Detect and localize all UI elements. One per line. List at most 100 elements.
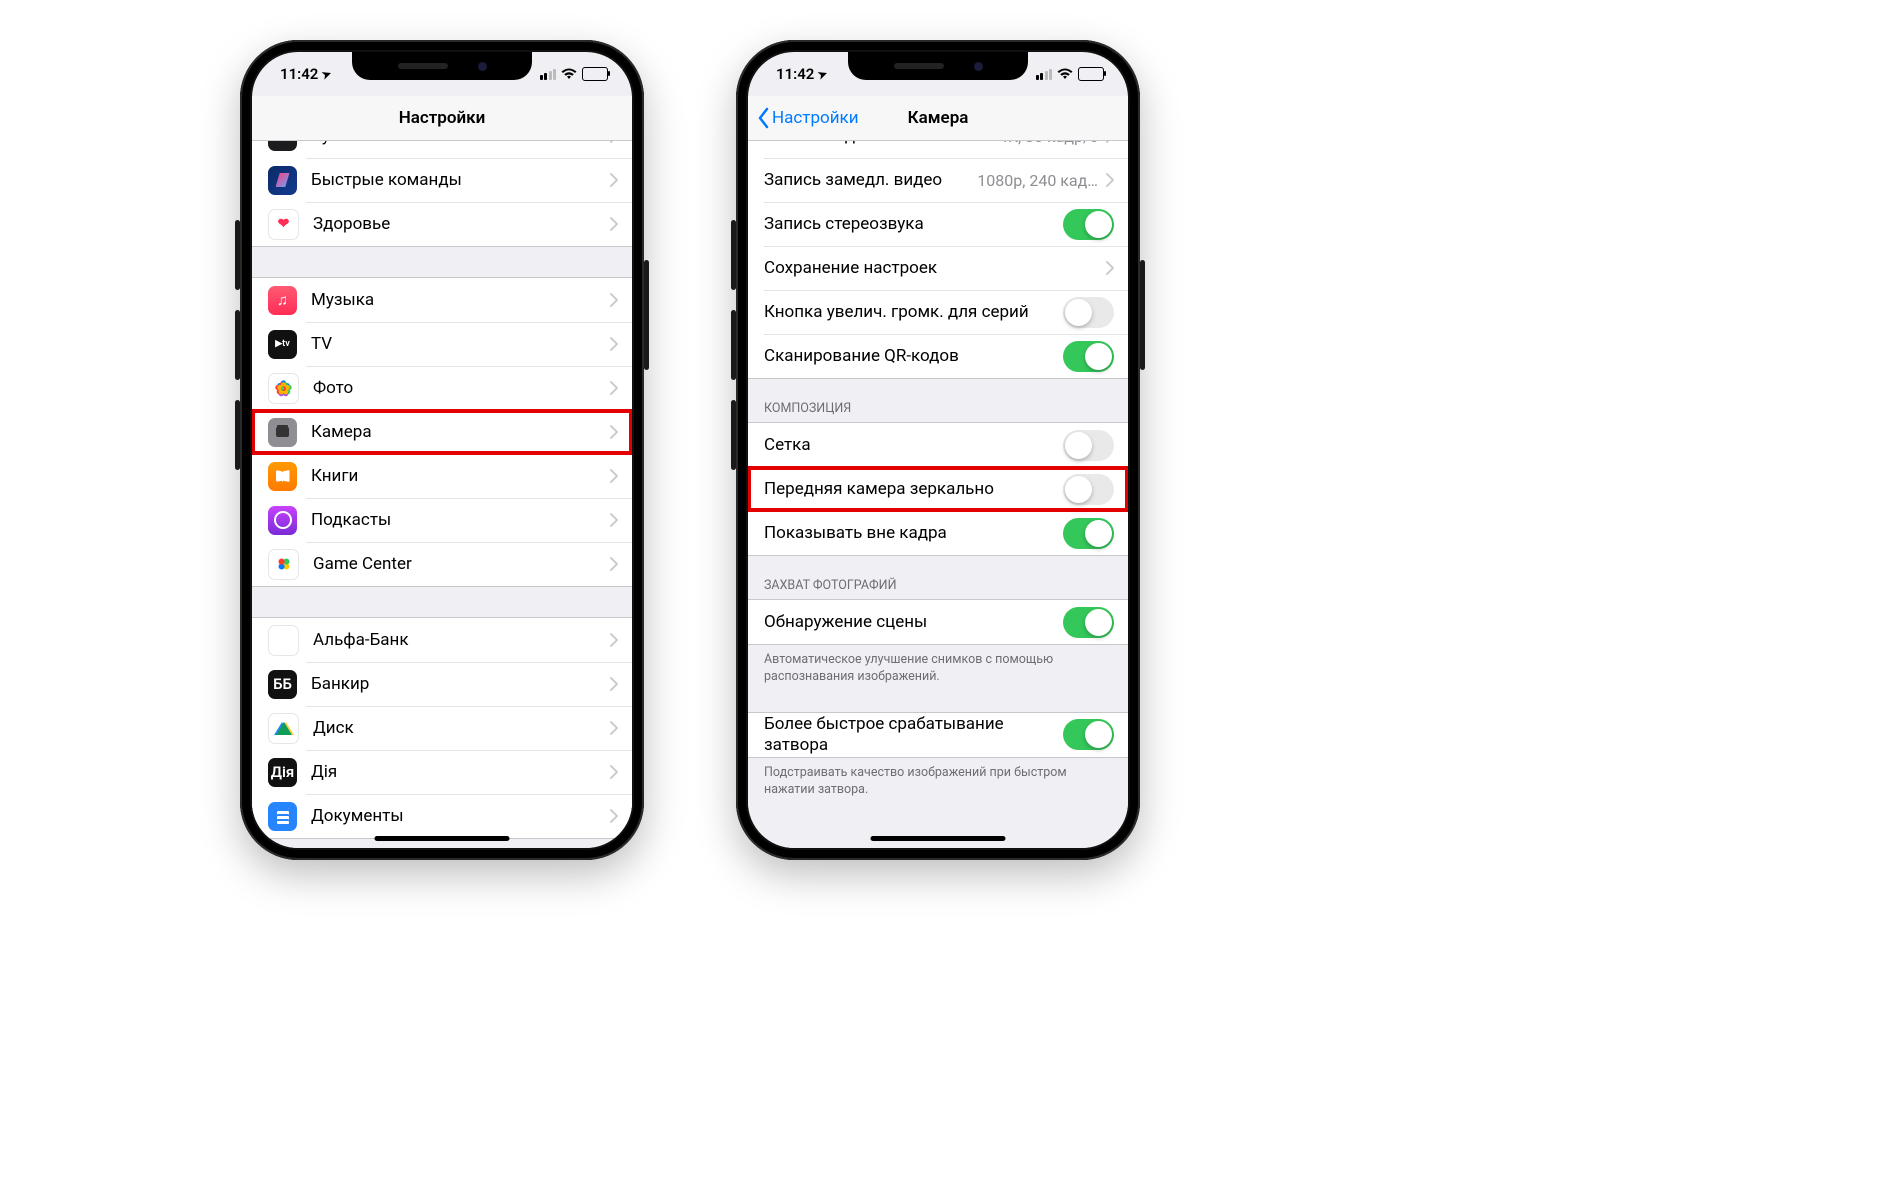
toggle-switch[interactable] (1063, 719, 1114, 750)
diia-icon: Дія (268, 758, 297, 787)
row-label: Дія (311, 762, 602, 782)
settings-row-tv[interactable]: TV (252, 322, 632, 366)
row-burst-vol[interactable]: Кнопка увелич. громк. для серий (748, 290, 1128, 334)
wifi-icon (561, 68, 577, 80)
music-icon (268, 286, 297, 315)
settings-group: AАльфа-БанкБББанкир Диск Дія Дія Документы (252, 617, 632, 839)
row-label: Диск (313, 718, 602, 738)
row-outside-frame[interactable]: Показывать вне кадра (748, 511, 1128, 555)
toggle-switch[interactable] (1063, 430, 1114, 461)
row-label: Показывать вне кадра (764, 523, 1055, 543)
row-qr[interactable]: Сканирование QR-кодов (748, 334, 1128, 378)
chevron-right-icon (1106, 173, 1114, 187)
row-label: Game Center (313, 554, 602, 574)
phone-right-screen: 11:42 ➤ Настройки Камера Запись видео4K,… (748, 52, 1128, 848)
row-label: TV (311, 334, 602, 354)
settings-row-docs[interactable]: Документы (252, 794, 632, 838)
settings-row-bankir[interactable]: БББанкир (252, 662, 632, 706)
row-detail: 1080p, 240 кад… (977, 171, 1098, 190)
navbar-settings: Настройки (252, 96, 632, 141)
section-header: КОМПОЗИЦИЯ (748, 379, 1128, 422)
battery-icon (1078, 67, 1104, 81)
gc-icon (268, 549, 299, 580)
settings-row-ruletka[interactable]: Рулетка (252, 140, 632, 158)
row-label: Запись стереозвука (764, 214, 1055, 234)
row-label: Подкасты (311, 510, 602, 530)
navbar-title: Настройки (399, 108, 486, 128)
settings-row-camera[interactable]: Камера (252, 410, 632, 454)
photos-icon (268, 373, 299, 404)
settings-row-music[interactable]: Музыка (252, 278, 632, 322)
row-mirror-front[interactable]: Передняя камера зеркально (748, 467, 1128, 511)
chevron-right-icon (610, 721, 618, 735)
settings-row-drive[interactable]: Диск (252, 706, 632, 750)
chevron-right-icon (610, 293, 618, 307)
location-icon: ➤ (320, 66, 333, 81)
tv-icon (268, 330, 297, 359)
toggle-switch[interactable] (1063, 607, 1114, 638)
settings-row-gamecenter[interactable]: Game Center (252, 542, 632, 586)
settings-row-health[interactable]: Здоровье (252, 202, 632, 246)
signal-icon (540, 69, 557, 80)
camera-icon (268, 418, 297, 447)
home-indicator[interactable] (375, 836, 510, 841)
row-label: Документы (311, 806, 602, 826)
docs-icon (268, 802, 297, 831)
chevron-right-icon (610, 513, 618, 527)
row-label: Быстрые команды (311, 170, 602, 190)
home-indicator[interactable] (871, 836, 1006, 841)
settings-row-books[interactable]: Книги (252, 454, 632, 498)
shortcuts-icon (268, 166, 297, 195)
row-record-video[interactable]: Запись видео4K, 30 кадр/с (748, 140, 1128, 158)
health-icon (268, 209, 299, 240)
row-label: Сканирование QR-кодов (764, 346, 1055, 366)
toggle-switch[interactable] (1063, 518, 1114, 549)
chevron-right-icon (610, 425, 618, 439)
row-label: Здоровье (313, 214, 602, 234)
row-label: Камера (311, 422, 602, 442)
chevron-right-icon (610, 173, 618, 187)
row-preserve[interactable]: Сохранение настроек (748, 246, 1128, 290)
phone-left-frame: 11:42 ➤ Настройки РулеткаБыстрые команды… (240, 40, 644, 860)
chevron-right-icon (610, 809, 618, 823)
row-label: Сохранение настроек (764, 258, 1098, 278)
row-grid[interactable]: Сетка (748, 423, 1128, 467)
row-label: Запись замедл. видео (764, 170, 969, 190)
settings-row-podcasts[interactable]: Подкасты (252, 498, 632, 542)
toggle-switch[interactable] (1063, 474, 1114, 505)
row-faster-shutter[interactable]: Более быстрое срабатывание затвора (748, 713, 1128, 757)
wifi-icon (1057, 68, 1073, 80)
settings-row-alfabank[interactable]: AАльфа-Банк (252, 618, 632, 662)
chevron-right-icon (610, 469, 618, 483)
alfa-icon: A (268, 625, 299, 656)
row-scene-detect[interactable]: Обнаружение сцены (748, 600, 1128, 644)
settings-row-photos[interactable]: Фото (252, 366, 632, 410)
settings-group: Обнаружение сцены (748, 599, 1128, 645)
back-label: Настройки (772, 108, 859, 128)
chevron-right-icon (610, 337, 618, 351)
back-button[interactable]: Настройки (756, 96, 859, 140)
row-label: Фото (313, 378, 602, 398)
podcasts-icon (268, 506, 297, 535)
row-label: Передняя камера зеркально (764, 479, 1055, 499)
section-header: ЗАХВАТ ФОТОГРАФИЙ (748, 556, 1128, 599)
signal-icon (1036, 69, 1053, 80)
chevron-right-icon (610, 677, 618, 691)
row-slowmo[interactable]: Запись замедл. видео 1080p, 240 кад… (748, 158, 1128, 202)
bankir-icon: ББ (268, 670, 297, 699)
row-label: Сетка (764, 435, 1055, 455)
section-footer: Автоматическое улучшение снимков с помощ… (748, 645, 1128, 690)
chevron-right-icon (610, 381, 618, 395)
chevron-right-icon (610, 633, 618, 647)
row-stereo[interactable]: Запись стереозвука (748, 202, 1128, 246)
location-icon: ➤ (816, 66, 829, 81)
toggle-switch[interactable] (1063, 209, 1114, 240)
row-label: Кнопка увелич. громк. для серий (764, 302, 1055, 322)
section-footer: Подстраивать качество изображений при бы… (748, 758, 1128, 803)
row-label: Обнаружение сцены (764, 612, 1055, 632)
toggle-switch[interactable] (1063, 341, 1114, 372)
chevron-right-icon (1106, 261, 1114, 275)
settings-row-diia[interactable]: Дія Дія (252, 750, 632, 794)
toggle-switch[interactable] (1063, 297, 1114, 328)
settings-row-shortcuts[interactable]: Быстрые команды (252, 158, 632, 202)
